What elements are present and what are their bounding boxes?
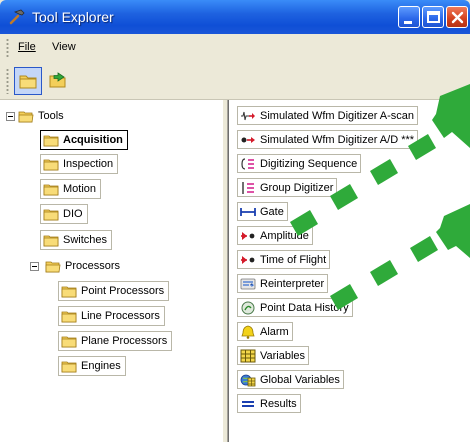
- tree-node-motion[interactable]: Motion: [40, 179, 102, 199]
- tree-node-inspection[interactable]: Inspection: [40, 154, 119, 174]
- minimize-icon: [404, 21, 412, 24]
- tree-node-line-processors[interactable]: Line Processors: [58, 306, 165, 326]
- menu-bar: File View: [0, 34, 470, 62]
- amplitude-icon: [241, 231, 255, 240]
- list-item-label: Amplitude: [260, 229, 309, 242]
- tree-node-engines[interactable]: Engines: [58, 356, 126, 376]
- tree-node-motion-label: Motion: [63, 183, 97, 195]
- list-item[interactable]: Digitizing Sequence: [237, 154, 362, 173]
- list-item[interactable]: Amplitude: [237, 226, 313, 245]
- maximize-icon: [427, 11, 440, 23]
- list-item-label: Digitizing Sequence: [260, 157, 358, 170]
- minimize-button[interactable]: [398, 6, 420, 28]
- time-of-flight-icon: [241, 255, 255, 264]
- tree-node-line-processors-label: Line Processors: [81, 310, 160, 322]
- tree-node-dio[interactable]: DIO: [40, 204, 88, 224]
- folder-icon: [19, 75, 37, 89]
- tree-node-plane-processors[interactable]: Plane Processors: [58, 331, 173, 351]
- list-item[interactable]: Reinterpreter: [237, 274, 329, 293]
- tree-node-engines-label: Engines: [81, 360, 121, 372]
- close-button[interactable]: [446, 6, 468, 28]
- folder-icon: [43, 209, 59, 220]
- toolbar: [0, 62, 470, 100]
- sequence-icon: [241, 157, 254, 170]
- folder-icon: [61, 311, 77, 322]
- tools-expander[interactable]: [6, 112, 15, 121]
- folder-icon: [61, 286, 77, 297]
- menu-view[interactable]: View: [50, 41, 78, 53]
- list-item[interactable]: Point Data History: [237, 298, 353, 317]
- list-item-label: Variables: [260, 349, 306, 362]
- export-button[interactable]: [46, 67, 74, 95]
- tree-node-acquisition[interactable]: Acquisition: [40, 130, 128, 150]
- folder-icon: [43, 135, 59, 146]
- list-item-label: Simulated Wfm Digitizer A-scan: [260, 109, 415, 122]
- tree-node-point-processors-label: Point Processors: [81, 285, 165, 297]
- list-item-label: Time of Flight: [260, 253, 327, 266]
- folder-icon: [43, 184, 59, 195]
- menu-file-label: File: [18, 41, 36, 53]
- list-item-label: Group Digitizer: [260, 181, 334, 194]
- tree-node-dio-label: DIO: [63, 208, 83, 220]
- tree-node-plane-processors-label: Plane Processors: [81, 335, 168, 347]
- list-item[interactable]: Gate: [237, 202, 288, 221]
- folder-view-button[interactable]: [14, 67, 42, 95]
- menu-file[interactable]: File: [16, 41, 38, 53]
- list-item[interactable]: Simulated Wfm Digitizer A-scan: [237, 106, 419, 125]
- gate-icon: [240, 207, 256, 216]
- list-item[interactable]: Variables: [237, 346, 310, 365]
- export-icon: [49, 72, 66, 88]
- list-item[interactable]: Results: [237, 394, 301, 413]
- list-item[interactable]: Alarm: [237, 322, 293, 341]
- tree-node-inspection-label: Inspection: [63, 158, 114, 170]
- global-variables-icon: [240, 374, 256, 386]
- folder-open-icon: [45, 261, 61, 272]
- list-item-label: Reinterpreter: [260, 277, 325, 290]
- list-item-label: Simulated Wfm Digitizer A/D ***: [260, 133, 415, 146]
- tree-node-switches[interactable]: Switches: [40, 230, 113, 250]
- tree-node-point-processors[interactable]: Point Processors: [58, 281, 170, 301]
- list-item[interactable]: Simulated Wfm Digitizer A/D ***: [237, 130, 419, 149]
- menu-grip: [6, 38, 9, 58]
- folder-icon: [61, 336, 77, 347]
- menu-view-label: View: [52, 41, 76, 53]
- processors-expander[interactable]: [30, 262, 39, 271]
- reinterpreter-icon: [240, 278, 256, 289]
- folder-icon: [43, 159, 59, 170]
- ad-icon: [241, 136, 255, 143]
- list-item[interactable]: Time of Flight: [237, 250, 331, 269]
- results-icon: [242, 400, 254, 407]
- hammer-icon: [9, 9, 25, 25]
- tree-node-acquisition-label: Acquisition: [63, 134, 123, 146]
- list-item-label: Gate: [260, 205, 284, 218]
- folder-open-icon: [18, 111, 34, 122]
- list-item-label: Global Variables: [260, 373, 340, 386]
- list-item[interactable]: Group Digitizer: [237, 178, 338, 197]
- folder-icon: [61, 361, 77, 372]
- folder-icon: [43, 235, 59, 246]
- list-item-label: Results: [260, 397, 297, 410]
- variables-icon: [240, 349, 256, 362]
- list-item-label: Point Data History: [260, 301, 349, 314]
- close-icon: [451, 11, 464, 24]
- maximize-button[interactable]: [422, 6, 444, 28]
- tool-list-pane[interactable]: Simulated Wfm Digitizer A-scan Simulated…: [228, 100, 470, 442]
- list-item-label: Alarm: [260, 325, 289, 338]
- window-title: Tool Explorer: [32, 9, 114, 25]
- group-digitizer-icon: [242, 181, 254, 194]
- tree-node-processors[interactable]: Processors: [42, 256, 126, 276]
- tree-node-tools[interactable]: Tools: [18, 107, 64, 125]
- list-item[interactable]: Global Variables: [237, 370, 344, 389]
- history-icon: [241, 301, 255, 314]
- tree-pane[interactable]: Tools Acquisition Inspection Motion DIO …: [0, 100, 226, 442]
- title-bar[interactable]: Tool Explorer: [0, 0, 470, 34]
- tree-node-processors-label: Processors: [65, 260, 121, 272]
- tool-explorer-window: Tool Explorer File View Tools Acquisitio…: [0, 0, 470, 442]
- tree-node-tools-label: Tools: [38, 110, 64, 122]
- ascan-icon: [241, 111, 255, 120]
- tree-node-switches-label: Switches: [63, 234, 108, 246]
- toolbar-grip: [6, 68, 9, 94]
- alarm-icon: [241, 325, 255, 339]
